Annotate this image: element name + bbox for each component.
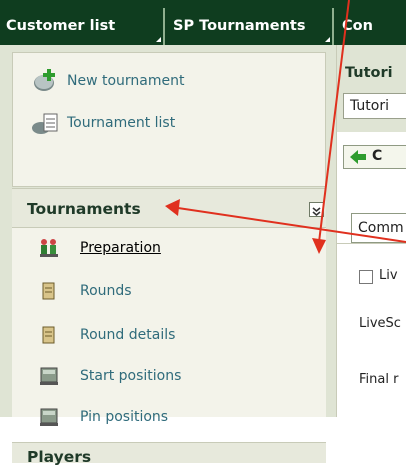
tab-comm[interactable]: Comm — [351, 213, 406, 243]
content-title: Tutori — [345, 65, 393, 81]
preparation-icon — [40, 239, 58, 257]
action-button[interactable]: C — [343, 145, 406, 169]
sidebar: New tournament Tournament list Tournamen… — [0, 45, 336, 466]
sidebar-actions-box: New tournament Tournament list — [12, 52, 326, 187]
add-tournament-icon — [34, 69, 55, 91]
tab-con[interactable]: Con — [336, 8, 406, 45]
tournament-list-icon — [32, 113, 58, 134]
rounds-icon — [42, 282, 55, 300]
round-details-icon — [42, 326, 55, 344]
double-chevron-down-icon[interactable] — [309, 202, 324, 217]
live-checkbox[interactable] — [359, 270, 373, 284]
final-label: Final r — [359, 372, 399, 387]
start-positions-icon — [40, 367, 58, 385]
tournaments-list: Preparation Rounds Round details Start p… — [12, 228, 326, 426]
tab-corner-icon — [156, 37, 161, 42]
content-panel: Tutori Tutori C Comm Liv LiveSc Final r — [336, 45, 406, 417]
tab-corner-icon — [325, 37, 330, 42]
livescore-label: LiveSc — [359, 316, 401, 331]
players-section-header[interactable]: Players — [12, 442, 326, 466]
arrow-left-icon — [350, 150, 366, 164]
top-tab-bar: Customer list SP Tournaments Con — [0, 0, 406, 45]
content-header: Tutori Tutori — [337, 45, 406, 132]
tournament-select[interactable]: Tutori — [343, 93, 406, 119]
pin-positions-icon — [40, 408, 58, 426]
tab-sp-tournaments[interactable]: SP Tournaments — [167, 8, 334, 45]
tab-customer-list[interactable]: Customer list — [0, 8, 165, 45]
live-checkbox-label: Liv — [379, 268, 398, 283]
tournaments-section-header[interactable]: Tournaments — [12, 188, 326, 228]
divider — [337, 243, 406, 244]
